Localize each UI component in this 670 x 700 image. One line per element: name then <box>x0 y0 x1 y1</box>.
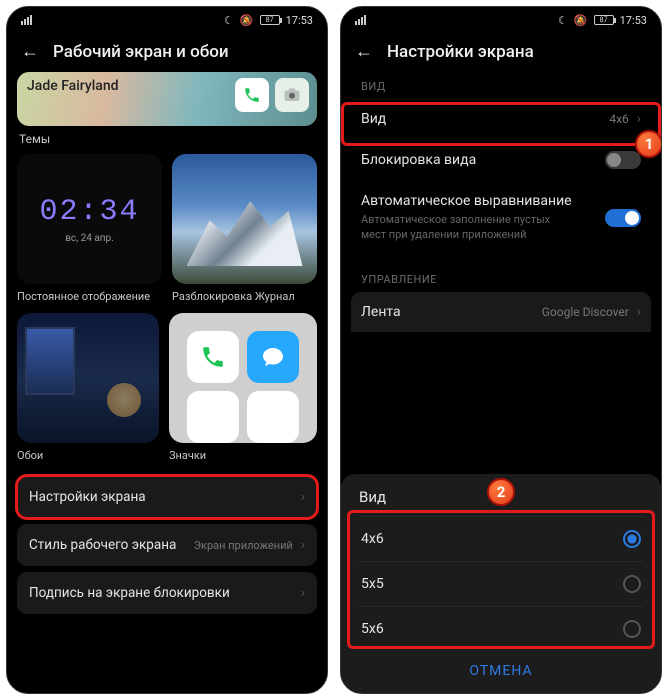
radio-icon <box>623 530 641 548</box>
tile-caption: Постоянное отображение <box>17 284 162 313</box>
row-label: Настройки экрана <box>29 489 146 505</box>
theme-banner[interactable]: Jade Fairyland <box>17 72 317 126</box>
tile-magazine-unlock[interactable]: Разблокировка Журнал <box>172 154 317 313</box>
clock-date: вс, 24 апр. <box>65 233 114 244</box>
banner-title: Jade Fairyland <box>27 78 119 94</box>
chevron-right-icon: › <box>637 304 641 320</box>
option-5x6[interactable]: 5x6 <box>359 606 643 651</box>
row-description: Автоматическое заполнение пустых мест пр… <box>361 213 571 243</box>
chevron-right-icon: › <box>301 489 305 505</box>
battery-icon: 87 <box>594 15 614 25</box>
tile-wallpaper[interactable]: Обои <box>17 313 159 472</box>
phone-left: ☾ 🔕 87 17:53 ← Рабочий экран и обои Jade… <box>6 6 328 694</box>
option-label: 5x5 <box>361 576 384 592</box>
moon-icon: ☾ <box>558 14 568 27</box>
row-label: Подпись на экране блокировки <box>29 585 230 601</box>
option-label: 5x6 <box>361 621 384 637</box>
statusbar: ☾ 🔕 87 17:53 <box>7 7 327 33</box>
row-feed[interactable]: Лента Google Discover › <box>351 292 651 332</box>
row-value: Google Discover <box>542 305 629 319</box>
radio-icon <box>623 620 641 638</box>
radio-icon <box>623 575 641 593</box>
back-icon[interactable]: ← <box>21 41 39 62</box>
clock-time: 02:34 <box>39 195 139 229</box>
option-4x6[interactable]: 4x6 <box>359 516 643 561</box>
row-label: Автоматическое выравнивание <box>361 193 572 209</box>
phone-icon <box>235 78 269 112</box>
clock-text: 17:53 <box>286 14 313 27</box>
statusbar: ☾ 🔕 87 17:53 <box>341 7 661 33</box>
phone-right: ☾ 🔕 87 17:53 ← Настройки экрана ВИД 1 Ви… <box>340 6 662 694</box>
camera-icon <box>275 78 309 112</box>
row-auto-align[interactable]: Автоматическое выравнивание Автоматическ… <box>351 181 651 255</box>
blank-app-icon <box>247 391 299 443</box>
step-badge-2: 2 <box>487 478 515 506</box>
titlebar: ← Рабочий экран и обои <box>7 33 327 72</box>
tile-always-on[interactable]: 02:34 вс, 24 апр. Постоянное отображение <box>17 154 162 313</box>
phone-app-icon <box>187 331 239 383</box>
moon-icon: ☾ <box>224 14 234 27</box>
row-lock-signature[interactable]: Подпись на экране блокировки › <box>17 572 317 614</box>
back-icon[interactable]: ← <box>355 41 373 62</box>
toggle-auto-align[interactable] <box>605 209 641 227</box>
row-label: Вид <box>361 111 386 127</box>
row-label: Лента <box>361 304 401 320</box>
messages-app-icon <box>247 331 299 383</box>
battery-icon: 87 <box>260 15 280 25</box>
tile-caption: Обои <box>17 443 159 472</box>
tile-icons[interactable]: Значки <box>169 313 317 472</box>
chevron-right-icon: › <box>637 111 641 127</box>
row-value: Экран приложений <box>194 539 293 552</box>
room-image <box>17 313 159 443</box>
section-view: ВИД <box>351 72 651 99</box>
view-options-sheet: Вид 2 4x6 5x5 5x6 ОТМЕНА <box>341 474 661 693</box>
tile-caption: Разблокировка Журнал <box>172 284 317 313</box>
dnd-icon: 🔕 <box>240 14 254 27</box>
mountain-image <box>172 154 317 284</box>
page-title: Настройки экрана <box>387 42 534 62</box>
row-view[interactable]: Вид 4x6 › <box>351 99 651 139</box>
chevron-right-icon: › <box>301 537 305 553</box>
tile-caption: Значки <box>169 443 317 472</box>
dnd-icon: 🔕 <box>574 14 588 27</box>
step-badge-1: 1 <box>635 130 661 158</box>
titlebar: ← Настройки экрана <box>341 33 661 72</box>
clock-text: 17:53 <box>620 14 647 27</box>
row-value: 4x6 <box>609 112 628 126</box>
page-title: Рабочий экран и обои <box>53 42 229 62</box>
row-label: Блокировка вида <box>361 152 476 168</box>
chevron-right-icon: › <box>301 585 305 601</box>
signal-icon <box>355 15 366 25</box>
cancel-button[interactable]: ОТМЕНА <box>359 651 643 685</box>
row-home-style[interactable]: Стиль рабочего экрана Экран приложений › <box>17 524 317 566</box>
row-screen-settings[interactable]: Настройки экрана › <box>17 476 317 518</box>
signal-icon <box>21 15 32 25</box>
option-label: 4x6 <box>361 531 384 547</box>
blank-app-icon <box>187 391 239 443</box>
toggle-lock-view[interactable] <box>605 151 641 169</box>
themes-label: Темы <box>17 126 317 154</box>
row-label: Стиль рабочего экрана <box>29 537 176 553</box>
section-manage: УПРАВЛЕНИЕ <box>351 265 651 292</box>
option-5x5[interactable]: 5x5 <box>359 561 643 606</box>
icons-preview <box>169 313 317 443</box>
row-lock-view[interactable]: Блокировка вида <box>351 139 651 181</box>
